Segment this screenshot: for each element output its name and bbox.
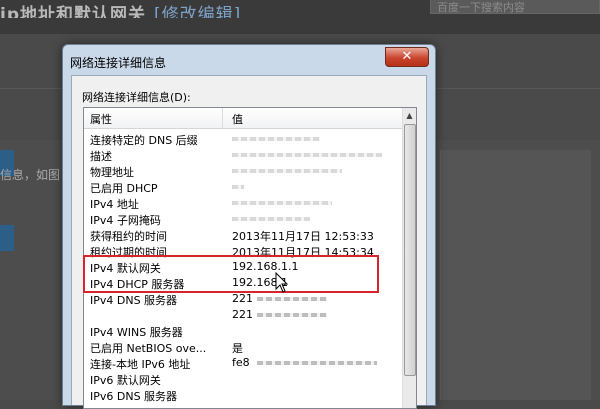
table-row[interactable]: 描述	[84, 147, 404, 163]
redacted-value	[232, 217, 310, 221]
background-snippet-text: 信息，如图	[0, 168, 61, 182]
column-separator[interactable]	[222, 108, 223, 128]
table-row[interactable]: IPv4 DNS 服务器 221	[84, 291, 404, 307]
redacted-value	[232, 153, 382, 157]
background-side-card	[440, 150, 591, 400]
background-header: ip地址和默认网关 [修改编辑] 百度一下搜索内容	[0, 0, 600, 34]
scrollbar-thumb[interactable]	[404, 124, 416, 376]
close-button[interactable]: ✕	[385, 47, 429, 67]
row-value: 221	[232, 292, 253, 305]
row-property: 连接特定的 DNS 后缀	[90, 134, 198, 147]
background-accent-bar	[0, 225, 14, 251]
redacted-value	[232, 201, 332, 205]
redacted-value	[232, 169, 342, 173]
highlight-annotation-box	[83, 255, 379, 293]
row-property: IPv4 WINS 服务器	[90, 326, 183, 339]
row-value: 221	[232, 308, 253, 321]
table-row[interactable]: IPv6 DNS 服务器	[84, 387, 404, 403]
row-value: 2013年11月17日 12:53:33	[232, 230, 374, 243]
column-header-property[interactable]: 属性	[90, 111, 112, 127]
table-row[interactable]: 已启用 DHCP	[84, 179, 404, 195]
row-property: 已启用 DHCP	[90, 182, 158, 195]
table-row[interactable]: IPv4 子网掩码	[84, 211, 404, 227]
details-list-caption: 网络连接详细信息(D):	[82, 91, 191, 104]
redacted-value	[257, 361, 377, 365]
row-value: 是	[232, 342, 243, 355]
row-value: fe8	[232, 356, 250, 369]
table-row[interactable]: IPv6 默认网关	[84, 371, 404, 387]
table-row[interactable]: IPv4 地址	[84, 195, 404, 211]
table-row[interactable]: 已启用 NetBIOS ove... 是	[84, 339, 404, 355]
dialog-client-area: 网络连接详细信息(D): 属性 值 连接特定的 DNS 后缀 描述物理地址已启用 …	[71, 75, 427, 409]
redacted-value	[257, 313, 327, 317]
dialog-title-bar[interactable]: 网络连接详细信息 ✕	[63, 45, 435, 75]
row-property: 描述	[90, 150, 112, 163]
row-property: IPv4 子网掩码	[90, 214, 161, 227]
table-row[interactable]: 连接-本地 IPv6 地址 fe8	[84, 355, 404, 371]
mouse-cursor-icon	[275, 272, 289, 293]
network-details-dialog: 网络连接详细信息 ✕ 网络连接详细信息(D): 属性 值 连接特定的 DNS 后…	[62, 44, 436, 409]
table-row[interactable]: 获得租约的时间 2013年11月17日 12:53:33	[84, 227, 404, 243]
background-edit-link[interactable]: [修改编辑]	[154, 5, 241, 18]
table-row[interactable]: 连接特定的 DNS 后缀	[84, 131, 404, 147]
redacted-value	[232, 185, 244, 189]
column-header: 属性 值	[84, 108, 404, 129]
row-property: 已启用 NetBIOS ove...	[90, 342, 207, 355]
row-property: IPv6 默认网关	[90, 374, 161, 387]
row-property: IPv4 DNS 服务器	[90, 294, 178, 307]
redacted-value	[232, 137, 320, 141]
background-page-title: ip地址和默认网关 [修改编辑]	[0, 0, 241, 18]
row-property: IPv4 地址	[90, 198, 139, 211]
background-title-text: ip地址和默认网关	[0, 5, 146, 18]
row-property: IPv6 DNS 服务器	[90, 390, 178, 403]
row-property: 连接-本地 IPv6 地址	[90, 358, 191, 371]
scroll-up-arrow-icon[interactable]: ▲	[404, 109, 415, 123]
vertical-scrollbar[interactable]: ▲	[402, 108, 416, 408]
row-property: 物理地址	[90, 166, 134, 179]
column-header-value[interactable]: 值	[232, 111, 243, 127]
table-row[interactable]: IPv4 WINS 服务器	[84, 323, 404, 339]
dialog-title: 网络连接详细信息	[70, 56, 167, 70]
table-row[interactable]: 221	[84, 307, 404, 323]
row-property: 获得租约的时间	[90, 230, 167, 243]
background-search-input[interactable]: 百度一下搜索内容	[430, 0, 600, 14]
close-icon: ✕	[401, 49, 413, 64]
redacted-value	[257, 297, 327, 301]
table-row[interactable]: 物理地址	[84, 163, 404, 179]
